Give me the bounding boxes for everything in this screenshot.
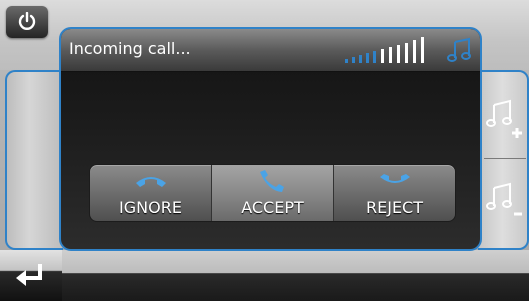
accept-button[interactable]: ACCEPT [212, 165, 334, 221]
back-enter-icon [16, 264, 42, 286]
reject-button[interactable]: REJECT [334, 165, 455, 221]
volume-down-icon [486, 182, 522, 216]
phone-reject-icon [379, 174, 410, 183]
power-icon [18, 12, 36, 30]
volume-divider [484, 158, 526, 159]
volume-up-icon [486, 99, 522, 138]
back-button[interactable] [14, 262, 48, 290]
accept-label: ACCEPT [241, 198, 304, 217]
bottom-bar [0, 250, 529, 301]
dialog-title: Incoming call... [69, 39, 191, 58]
phone-accept-icon [259, 170, 284, 192]
music-note-icon [447, 37, 471, 62]
signal-strength-icon [345, 37, 439, 63]
ignore-button[interactable]: IGNORE [90, 165, 212, 221]
power-button[interactable] [6, 6, 48, 38]
dialog-header: Incoming call... [61, 29, 480, 72]
incoming-call-dialog: Incoming call... IGNORE ACCEPT REJECT [59, 27, 482, 251]
phone-ignore-icon [135, 177, 166, 187]
reject-label: REJECT [366, 198, 423, 217]
left-side-panel [5, 70, 63, 250]
volume-up-button[interactable] [484, 95, 526, 155]
volume-down-button[interactable] [484, 180, 526, 240]
call-action-buttons: IGNORE ACCEPT REJECT [89, 164, 456, 222]
ignore-label: IGNORE [119, 198, 182, 217]
